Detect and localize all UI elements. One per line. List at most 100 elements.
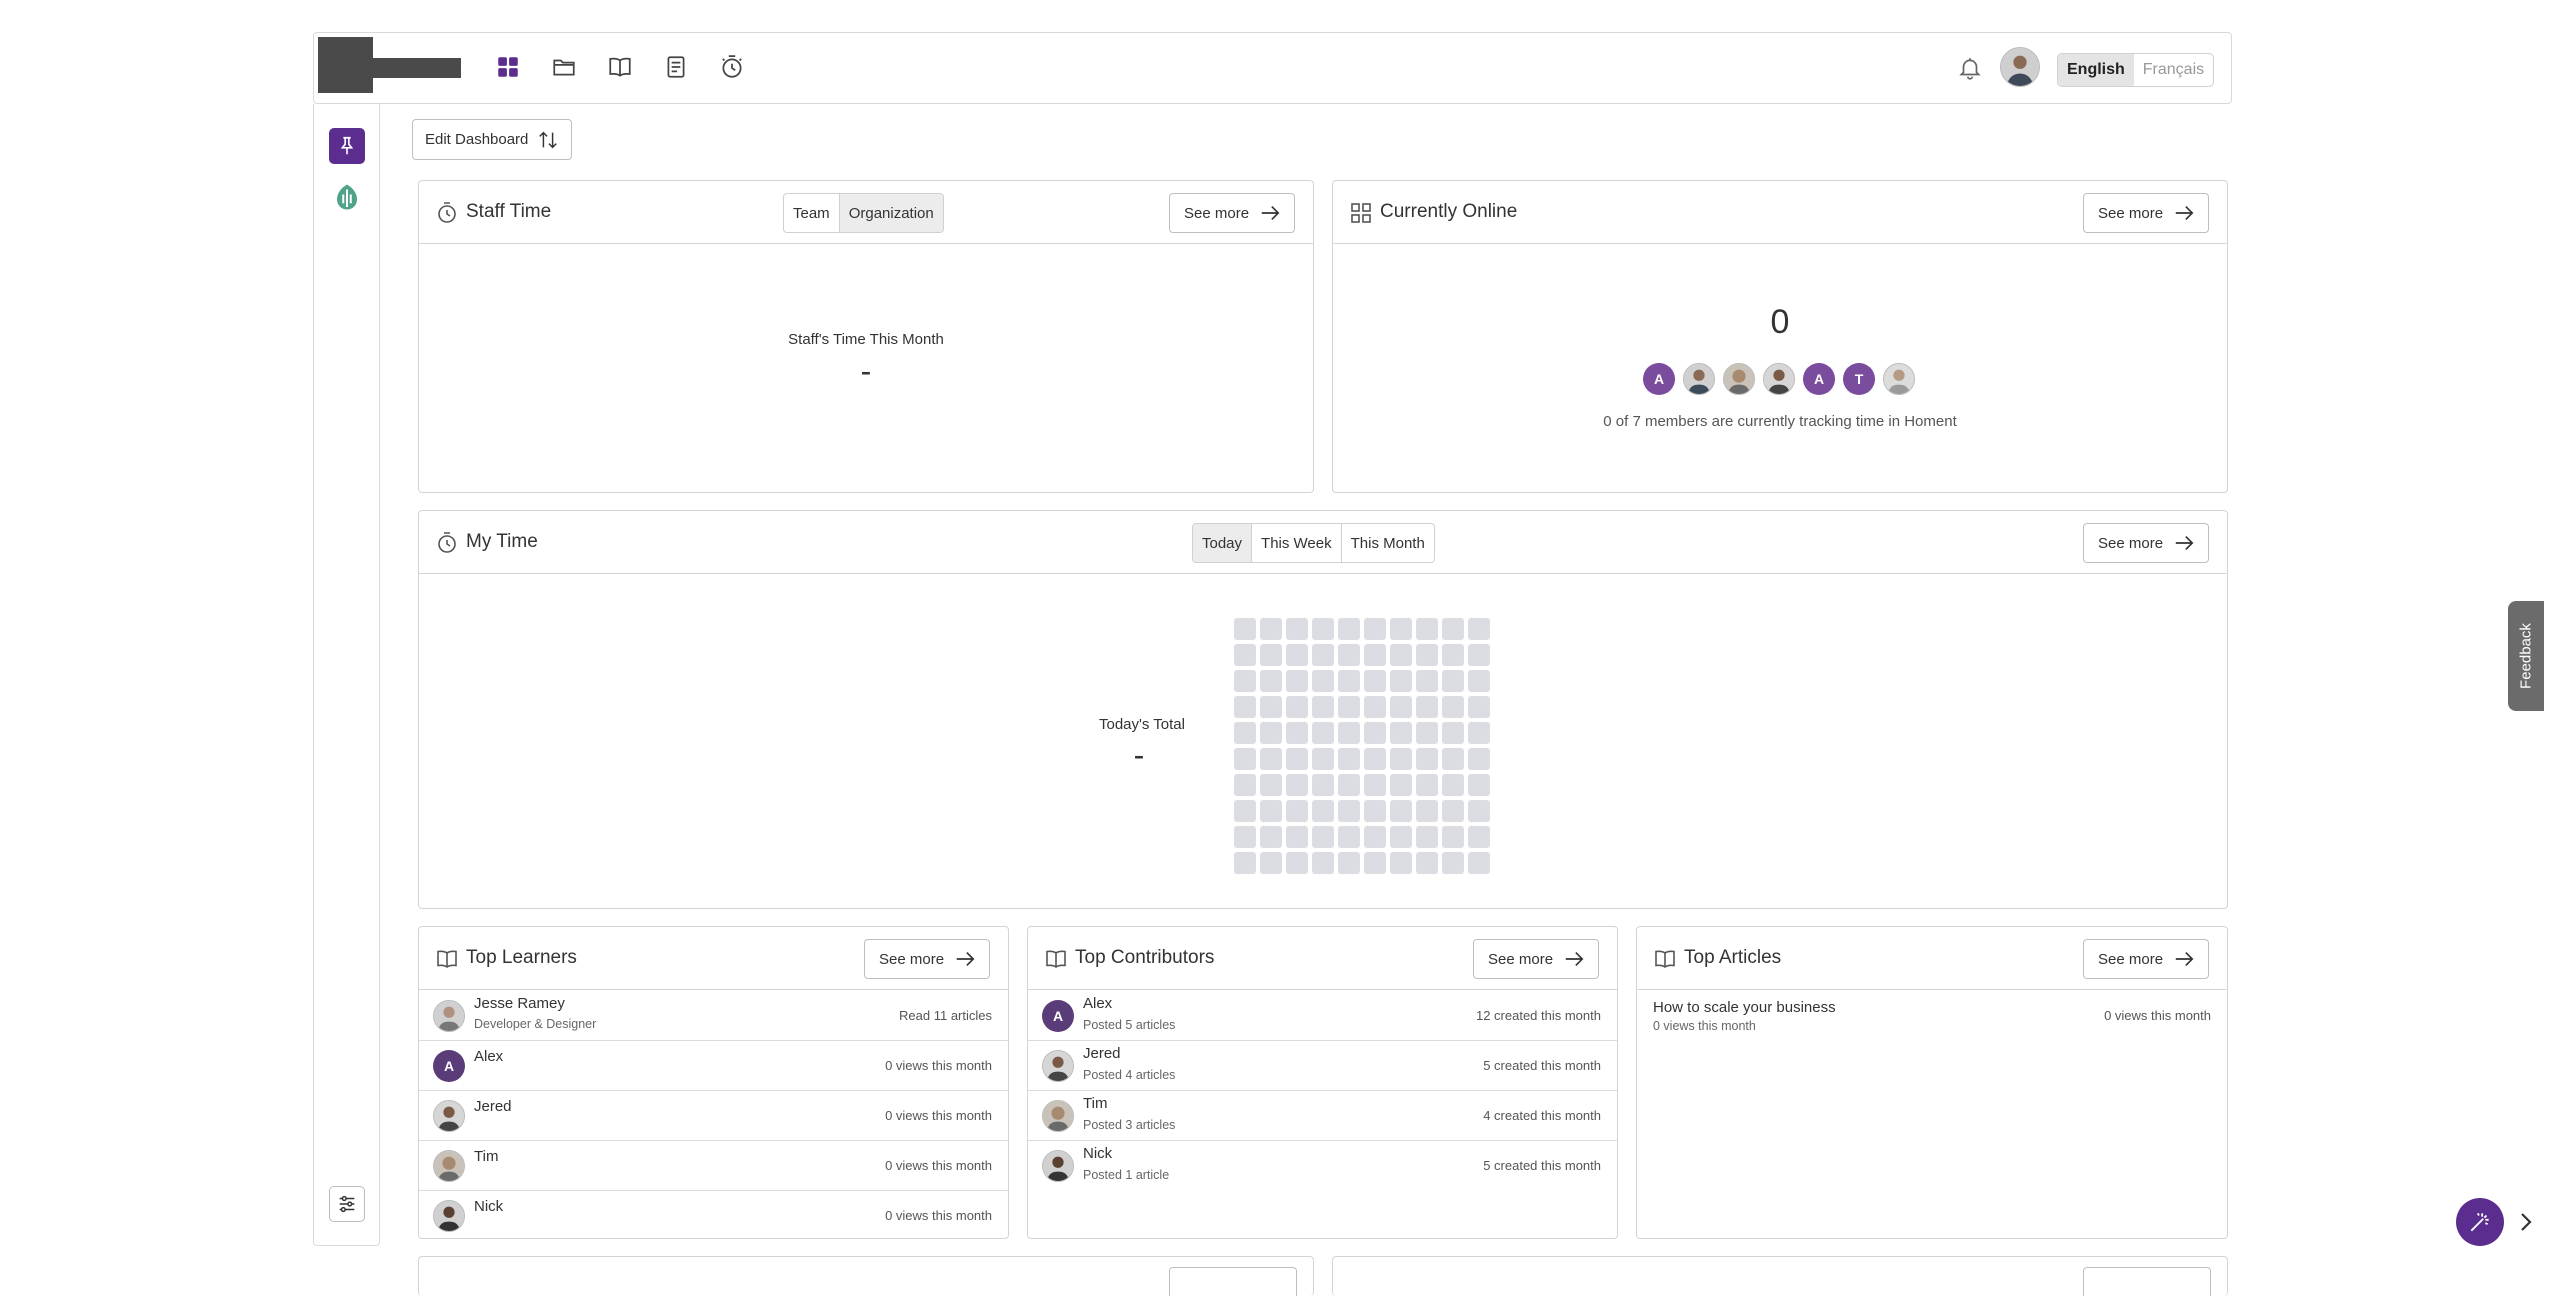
see-more-button[interactable]: See more — [1169, 193, 1296, 233]
contributor-name: Jered — [1083, 1045, 1121, 1062]
list-item[interactable]: Nick Posted 1 article 5 created this mon… — [1028, 1141, 1617, 1191]
logo[interactable] — [318, 37, 373, 93]
grid-icon — [1351, 203, 1371, 223]
tab-team[interactable]: Team — [784, 194, 840, 232]
see-more-button[interactable]: See more — [864, 939, 991, 979]
tab-organization[interactable]: Organization — [839, 194, 943, 232]
time-grid-cell — [1234, 748, 1256, 770]
time-grid-cell — [1468, 722, 1490, 744]
lang-english[interactable]: English — [2058, 54, 2134, 86]
settings-sliders-icon[interactable] — [329, 1186, 365, 1222]
my-time-card: My Time Today This Week This Month See m… — [418, 510, 2228, 909]
time-grid-cell — [1286, 774, 1308, 796]
currently-online-title: Currently Online — [1380, 201, 1518, 222]
avatar — [1042, 1150, 1074, 1182]
list-item[interactable]: Nick 0 views this month — [419, 1191, 1008, 1238]
learner-stat: Read 11 articles — [899, 1008, 992, 1023]
time-grid-cell — [1416, 826, 1438, 848]
dashboard-icon[interactable] — [492, 51, 524, 83]
staff-time-value: - — [860, 353, 872, 389]
tab-today[interactable]: Today — [1193, 524, 1253, 562]
top-articles-card: Top Articles See more How to scale your … — [1636, 926, 2228, 1239]
time-grid-cell — [1364, 670, 1386, 692]
time-grid-cell — [1416, 722, 1438, 744]
lang-french[interactable]: Français — [2134, 54, 2213, 86]
document-icon[interactable] — [660, 51, 692, 83]
arrow-right-icon — [2175, 205, 2194, 221]
arrow-right-icon — [2175, 951, 2194, 967]
see-more-button[interactable]: See more — [1473, 939, 1600, 979]
time-grid-cell — [1468, 670, 1490, 692]
list-item[interactable]: Jesse Ramey Developer & Designer Read 11… — [419, 991, 1008, 1041]
book-icon[interactable] — [604, 51, 636, 83]
time-grid-cell — [1338, 644, 1360, 666]
time-grid-cell — [1286, 748, 1308, 770]
time-grid-cell — [1260, 696, 1282, 718]
time-grid-cell — [1390, 748, 1412, 770]
my-time-title: My Time — [466, 531, 538, 552]
edit-dashboard-button[interactable]: Edit Dashboard — [412, 119, 573, 160]
arrow-right-icon — [2175, 535, 2194, 551]
learner-role: Developer & Designer — [474, 1017, 597, 1031]
avatar: A — [433, 1050, 465, 1082]
time-grid-cell — [1442, 644, 1464, 666]
pin-icon[interactable] — [329, 128, 365, 164]
top-articles-header: Top Articles See more — [1637, 927, 2227, 990]
top-contributors-header: Top Contributors See more — [1028, 927, 1617, 990]
article-title[interactable]: How to scale your business — [1653, 999, 1836, 1016]
time-grid-cell — [1338, 774, 1360, 796]
list-item[interactable]: Jered Posted 4 articles 5 created this m… — [1028, 1041, 1617, 1091]
list-item[interactable]: A Alex 0 views this month — [419, 1041, 1008, 1091]
tab-this-month[interactable]: This Month — [1342, 524, 1434, 562]
top-contributors-card: Top Contributors See more A Alex Posted … — [1027, 926, 1618, 1239]
time-grid-cell — [1260, 748, 1282, 770]
time-grid-cell — [1312, 800, 1334, 822]
time-grid-cell — [1416, 618, 1438, 640]
stopwatch-icon[interactable] — [716, 51, 748, 83]
see-more-button[interactable] — [1169, 1267, 1297, 1296]
list-item[interactable]: Tim 0 views this month — [419, 1141, 1008, 1191]
chevron-right-icon[interactable] — [2516, 1210, 2536, 1234]
arrow-right-icon — [1261, 205, 1280, 221]
learner-name: Tim — [474, 1148, 499, 1165]
folder-icon[interactable] — [548, 51, 580, 83]
member-avatar[interactable] — [1763, 363, 1795, 395]
time-grid-cell — [1286, 722, 1308, 744]
bell-icon[interactable] — [1954, 52, 1986, 84]
see-more-button[interactable]: See more — [2083, 939, 2210, 979]
member-avatar[interactable]: T — [1843, 363, 1875, 395]
time-grid-cell — [1312, 748, 1334, 770]
tab-this-week[interactable]: This Week — [1252, 524, 1342, 562]
member-avatar[interactable] — [1883, 363, 1915, 395]
see-more-label: See more — [2098, 204, 2164, 222]
member-avatar[interactable]: A — [1803, 363, 1835, 395]
time-grid-cell — [1286, 618, 1308, 640]
member-avatar[interactable]: A — [1643, 363, 1675, 395]
member-avatar[interactable] — [1723, 363, 1755, 395]
list-item[interactable]: Jered 0 views this month — [419, 1091, 1008, 1141]
see-more-button[interactable] — [2083, 1267, 2211, 1296]
time-grid-cell — [1338, 826, 1360, 848]
arrow-right-icon — [956, 951, 975, 967]
feedback-tab[interactable]: Feedback — [2508, 601, 2544, 711]
see-more-button[interactable]: See more — [2083, 193, 2210, 233]
contributor-posts: Posted 1 article — [1083, 1168, 1170, 1182]
top-contributors-title: Top Contributors — [1075, 947, 1215, 968]
currently-online-header: Currently Online See more — [1333, 181, 2227, 244]
learner-name: Alex — [474, 1048, 504, 1065]
online-count: 0 — [1770, 303, 1790, 341]
time-grid-cell — [1442, 696, 1464, 718]
user-avatar[interactable] — [2000, 47, 2040, 87]
top-header: English Français — [313, 32, 2232, 104]
list-item[interactable]: How to scale your business 0 views this … — [1637, 991, 2227, 1041]
time-grid-cell — [1390, 618, 1412, 640]
see-more-button[interactable]: See more — [2083, 523, 2210, 563]
see-more-label: See more — [1184, 204, 1250, 222]
member-avatar[interactable] — [1683, 363, 1715, 395]
app-logo-icon[interactable] — [329, 179, 365, 215]
magic-wand-button[interactable] — [2456, 1198, 2504, 1246]
time-grid-cell — [1442, 852, 1464, 874]
list-item[interactable]: A Alex Posted 5 articles 12 created this… — [1028, 991, 1617, 1041]
list-item[interactable]: Tim Posted 3 articles 4 created this mon… — [1028, 1091, 1617, 1141]
time-grid-cell — [1234, 826, 1256, 848]
